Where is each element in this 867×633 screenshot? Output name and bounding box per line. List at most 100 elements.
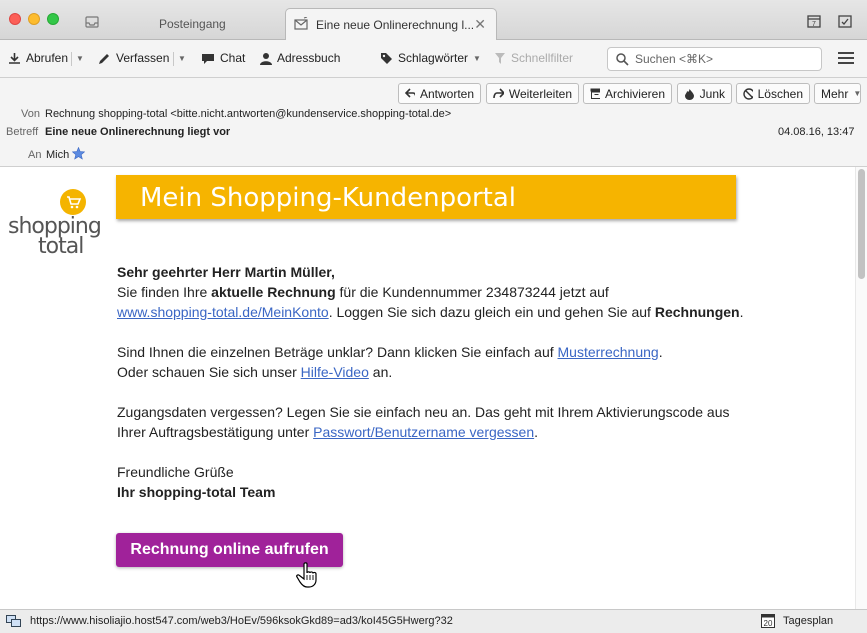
connection-icon [6,615,21,627]
tab-message[interactable]: Eine neue Onlinerechnung l... ✕ [285,8,497,40]
filter-icon [495,52,505,64]
musterrechnung-link[interactable]: Musterrechnung [558,344,659,360]
chat-button[interactable]: Chat [201,51,245,65]
pencil-icon [99,53,109,64]
tab-label: Posteingang [159,17,226,31]
inbox-icon [85,16,99,28]
download-icon [9,52,20,64]
intro-line2: www.shopping-total.de/MeinKonto. Loggen … [117,304,744,320]
hand-cursor-icon [296,562,317,588]
chevron-down-icon[interactable]: ▼ [76,54,84,63]
search-icon [616,52,629,66]
to-value[interactable]: Mich [46,149,69,161]
mehr-button[interactable]: Mehr ▼ [814,83,861,104]
mehr-label: Mehr [821,86,849,101]
tasks-icon[interactable] [838,14,852,28]
banner-title: Mein Shopping-Kundenportal [140,183,517,213]
chevron-down-icon: ▼ [853,89,862,98]
abrufen-label: Abrufen [26,51,69,65]
forward-icon [493,88,504,99]
archive-icon [590,88,600,99]
vertical-scrollbar[interactable] [855,167,867,609]
window-maximize-button[interactable] [47,13,59,25]
message-body: shopping total Mein Shopping-Kundenporta… [0,167,867,609]
flame-icon [685,88,694,100]
separator [173,52,174,66]
weiterleiten-label: Weiterleiten [508,86,572,101]
archivieren-button[interactable]: Archivieren [583,83,672,104]
svg-text:7: 7 [812,21,816,28]
schnellfilter-label: Schnellfilter [511,51,574,65]
scrollbar-thumb[interactable] [858,169,865,279]
adressbuch-button[interactable]: Adressbuch [260,51,340,65]
reply-icon [405,88,415,98]
credentials-line1: Zugangsdaten vergessen? Legen Sie sie ei… [117,404,730,420]
message-header: Antworten Weiterleiten Archivieren Junk … [0,78,867,167]
logo-text-line2: total [38,234,84,259]
subject-label: Betreff [6,126,39,138]
paragraph-credentials: Zugangsdaten vergessen? Legen Sie sie ei… [117,402,730,442]
verfassen-button[interactable]: Verfassen [98,51,169,65]
status-url: https://www.hisoliajio.host547.com/web3/… [30,615,453,627]
delete-icon [743,87,753,100]
tagesplan-button[interactable]: 20 Tagesplan [761,613,833,628]
chat-bubble-icon [202,53,214,64]
closing-greeting: Freundliche Grüße [117,464,234,480]
account-link[interactable]: www.shopping-total.de/MeinKonto [117,304,329,320]
chevron-down-icon: ▼ [473,53,481,63]
help-line2: Oder schauen Sie sich unser Hilfe-Video … [117,364,393,380]
chat-label: Chat [220,51,246,65]
junk-label: Junk [699,86,725,101]
close-icon[interactable]: ✕ [474,16,486,33]
calendar-day-icon: 20 [761,614,775,628]
antworten-label: Antworten [419,86,474,101]
main-toolbar: Abrufen ▼ Verfassen ▼ Chat Adressbuch Sc… [0,40,867,78]
star-icon[interactable] [72,147,85,160]
from-label: Von [21,108,40,120]
verfassen-label: Verfassen [116,51,170,65]
tab-posteingang[interactable]: Posteingang [80,8,285,40]
chevron-down-icon[interactable]: ▼ [178,54,186,63]
subject-value: Eine neue Onlinerechnung liegt vor [45,126,231,138]
antworten-button[interactable]: Antworten [398,83,481,104]
separator [71,52,72,66]
search-field[interactable] [607,47,822,71]
hilfe-video-link[interactable]: Hilfe-Video [301,364,369,380]
person-icon [260,52,272,65]
help-line1: Sind Ihnen die einzelnen Beträge unklar?… [117,344,663,360]
schlagwoerter-button[interactable]: Schlagwörter ▼ [380,51,481,65]
weiterleiten-button[interactable]: Weiterleiten [486,83,579,104]
from-value[interactable]: Rechnung shopping-total <bitte.nicht.ant… [45,108,451,120]
status-bar: https://www.hisoliajio.host547.com/web3/… [0,609,867,633]
schnellfilter-button[interactable]: Schnellfilter [494,51,573,65]
tagesplan-label: Tagesplan [783,614,834,627]
intro-line1: Sie finden Ihre aktuelle Rechnung für di… [117,284,609,300]
window-close-button[interactable] [9,13,21,25]
shopping-total-logo: shopping total [8,189,108,259]
adressbuch-label: Adressbuch [277,51,341,65]
date-value: 04.08.16, 13:47 [778,126,855,138]
to-label: An [28,149,42,161]
password-reset-link[interactable]: Passwort/Benutzername vergessen [313,424,534,440]
cart-icon [60,189,86,215]
greeting: Sehr geehrter Herr Martin Müller, [117,264,335,280]
paragraph-help: Sind Ihnen die einzelnen Beträge unklar?… [117,342,663,382]
closing: Freundliche Grüße Ihr shopping-total Tea… [117,462,275,502]
window-minimize-button[interactable] [28,13,40,25]
abrufen-button[interactable]: Abrufen [8,51,68,65]
title-bar: Posteingang Eine neue Onlinerechnung l..… [0,0,867,40]
calendar-icon[interactable]: 7 [807,14,821,28]
loeschen-label: Löschen [757,86,803,101]
message-icon [294,17,308,30]
app-menu-button[interactable] [838,52,854,67]
portal-banner: Mein Shopping-Kundenportal [116,175,736,219]
svg-text:20: 20 [764,619,773,628]
paragraph-intro: Sehr geehrter Herr Martin Müller, Sie fi… [117,262,744,322]
schlagwoerter-label: Schlagwörter [398,51,469,65]
tab-label: Eine neue Onlinerechnung l... [316,18,475,32]
signature: Ihr shopping-total Team [117,484,276,500]
credentials-line2: Ihrer Auftragsbestätigung unter Passwort… [117,424,539,440]
junk-button[interactable]: Junk [677,83,732,104]
loeschen-button[interactable]: Löschen [736,83,810,104]
search-input[interactable] [635,52,805,66]
